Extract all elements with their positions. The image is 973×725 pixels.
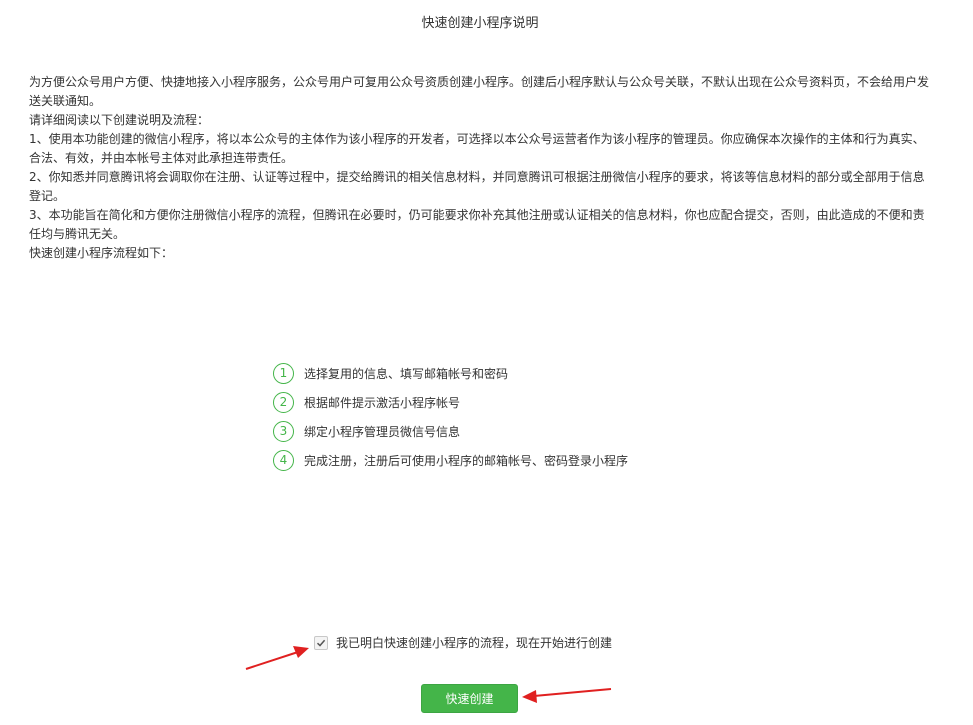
- flow-steps: 1 选择复用的信息、填写邮箱帐号和密码 2 根据邮件提示激活小程序帐号 3 绑定…: [273, 362, 628, 478]
- agreement-label[interactable]: 我已明白快速创建小程序的流程，现在开始进行创建: [336, 634, 612, 651]
- agreement-checkbox[interactable]: [314, 635, 328, 650]
- arrow-to-button-icon: [522, 688, 612, 703]
- step-item: 4 完成注册，注册后可使用小程序的邮箱帐号、密码登录小程序: [273, 449, 628, 471]
- step-number-badge: 1: [273, 362, 294, 384]
- checkmark-icon: [316, 639, 326, 647]
- step-text: 根据邮件提示激活小程序帐号: [304, 395, 461, 410]
- read-instructions-heading: 请详细阅读以下创建说明及流程：: [29, 113, 210, 127]
- step-item: 2 根据邮件提示激活小程序帐号: [273, 391, 628, 413]
- rule-item: 3、本功能旨在简化和方便你注册微信小程序的流程，但腾讯在必要时，仍可能要求你补充…: [29, 208, 925, 241]
- step-number-badge: 2: [273, 391, 294, 413]
- flow-heading: 快速创建小程序流程如下：: [29, 246, 174, 260]
- step-text: 绑定小程序管理员微信号信息: [304, 424, 461, 439]
- page-title: 快速创建小程序说明: [421, 16, 539, 31]
- description-section: 为方便公众号用户方便、快捷地接入小程序服务，公众号用户可复用公众号资质创建小程序…: [29, 73, 934, 263]
- step-item: 3 绑定小程序管理员微信号信息: [273, 420, 628, 442]
- intro-paragraph: 为方便公众号用户方便、快捷地接入小程序服务，公众号用户可复用公众号资质创建小程序…: [29, 75, 930, 108]
- step-text: 选择复用的信息、填写邮箱帐号和密码: [304, 366, 509, 381]
- arrow-to-checkbox-icon: [245, 646, 309, 670]
- step-number-badge: 3: [273, 420, 294, 442]
- rule-item: 2、你知悉并同意腾讯将会调取你在注册、认证等过程中，提交给腾讯的相关信息材料，并…: [29, 170, 925, 203]
- step-item: 1 选择复用的信息、填写邮箱帐号和密码: [273, 362, 628, 384]
- step-text: 完成注册，注册后可使用小程序的邮箱帐号、密码登录小程序: [304, 453, 629, 468]
- rule-item: 1、使用本功能创建的微信小程序，将以本公众号的主体作为该小程序的开发者，可选择以…: [29, 132, 925, 165]
- step-number-badge: 4: [273, 449, 294, 471]
- quick-create-button[interactable]: 快速创建: [421, 684, 518, 713]
- agreement-row[interactable]: 我已明白快速创建小程序的流程，现在开始进行创建: [314, 634, 612, 651]
